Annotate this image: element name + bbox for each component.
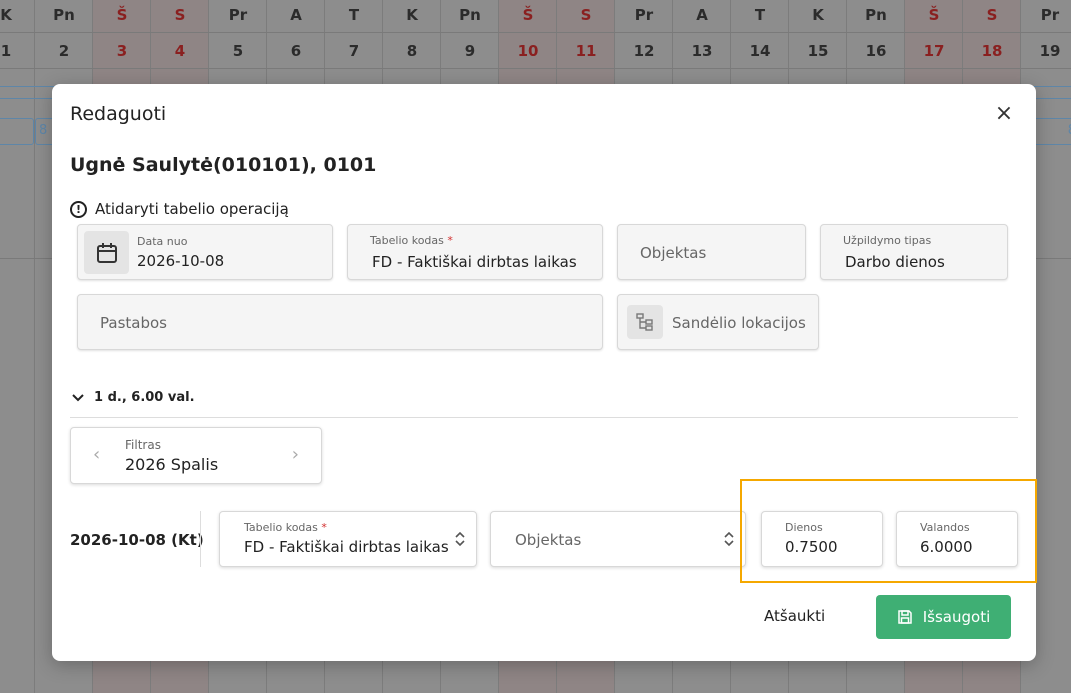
filter-label: Filtras — [125, 438, 161, 452]
cancel-button[interactable]: Atšaukti — [764, 607, 825, 625]
calendar-day-number: 19 — [1039, 42, 1061, 60]
calendar-day-number: 6 — [290, 42, 302, 60]
notes-placeholder: Pastabos — [100, 314, 167, 332]
fill-type-field[interactable]: Užpildymo tipas Darbo dienos — [820, 224, 1008, 280]
calendar-weekday: Š — [522, 6, 534, 24]
calendar-day-number: 13 — [691, 42, 713, 60]
calendar-weekday: T — [348, 6, 360, 24]
save-button[interactable]: Išsaugoti — [876, 595, 1011, 639]
calendar-weekday: A — [696, 6, 708, 24]
summary-label: 1 d., 6.00 val. — [94, 390, 195, 405]
calendar-day-number: 3 — [116, 42, 128, 60]
row-object-select[interactable]: Objektas — [490, 511, 746, 567]
date-from-field[interactable]: Data nuo 2026-10-08 — [77, 224, 333, 280]
fill-type-label: Užpildymo tipas — [843, 234, 932, 247]
month-filter: ‹ Filtras 2026 Spalis › — [70, 427, 322, 484]
chevron-left-icon[interactable]: ‹ — [93, 444, 100, 465]
warehouse-locations-field[interactable]: Sandėlio lokacijos — [617, 294, 819, 350]
info-icon: ! — [70, 200, 87, 218]
calendar-day-number: 17 — [923, 42, 945, 60]
highlight-box — [740, 479, 1037, 583]
calendar-day-number: 8 — [406, 42, 418, 60]
person-name: Ugnė Saulytė(010101), 0101 — [70, 154, 377, 176]
chevron-right-icon[interactable]: › — [292, 444, 299, 465]
calendar-day-number: 18 — [981, 42, 1003, 60]
row-object-placeholder: Objektas — [515, 531, 582, 549]
warehouse-locations-placeholder: Sandėlio lokacijos — [672, 314, 806, 332]
calendar-day-number: 1 — [0, 42, 12, 60]
timesheet-code-value: FD - Faktiškai dirbtas laikas — [372, 253, 577, 271]
calendar-weekday: Š — [116, 6, 128, 24]
edit-dialog: Redaguoti × Ugnė Saulytė(010101), 0101 !… — [52, 84, 1037, 661]
calendar-day-number: 16 — [865, 42, 887, 60]
chevron-down-icon — [72, 393, 84, 401]
calendar-weekday: Š — [928, 6, 940, 24]
fill-type-value: Darbo dienos — [845, 253, 945, 271]
summary-toggle[interactable]: 1 d., 6.00 val. — [72, 390, 195, 405]
calendar-day-number: 12 — [633, 42, 655, 60]
calendar-day-number: 9 — [464, 42, 476, 60]
save-label: Išsaugoti — [922, 608, 991, 626]
calendar-weekday: T — [754, 6, 766, 24]
calendar-entry: 8 — [1030, 118, 1071, 145]
notes-field[interactable]: Pastabos — [77, 294, 603, 350]
calendar-day-number: 14 — [749, 42, 771, 60]
calendar-weekday: S — [986, 6, 998, 24]
calendar-weekday: A — [290, 6, 302, 24]
calendar-weekday: K — [406, 6, 418, 24]
open-operation-link[interactable]: ! Atidaryti tabelio operaciją — [70, 200, 289, 218]
calendar-day-number: 10 — [517, 42, 539, 60]
calendar-weekday: Pr — [228, 6, 248, 24]
calendar-day-column: K1 — [0, 0, 35, 693]
object-field[interactable]: Objektas — [617, 224, 806, 280]
calendar-weekday: Pr — [634, 6, 654, 24]
calendar-weekday: K — [0, 6, 12, 24]
calendar-weekday: Pn — [865, 6, 887, 24]
calendar-weekday: Pn — [53, 6, 75, 24]
updown-icon — [455, 531, 465, 547]
calendar-grid-line — [0, 32, 1071, 33]
tree-icon — [627, 305, 663, 339]
calendar-day-number: 7 — [348, 42, 360, 60]
calendar-day-number: 11 — [575, 42, 597, 60]
timesheet-code-field[interactable]: Tabelio kodas * FD - Faktiškai dirbtas l… — [347, 224, 603, 280]
row-timesheet-code-value: FD - Faktiškai dirbtas laikas — [244, 538, 449, 556]
open-operation-label: Atidaryti tabelio operaciją — [95, 200, 289, 218]
calendar-day-number: 15 — [807, 42, 829, 60]
updown-icon — [724, 531, 734, 547]
save-icon — [898, 610, 912, 624]
calendar-grid-line — [0, 68, 1071, 69]
filter-value: 2026 Spalis — [125, 455, 219, 474]
calendar-entry — [0, 118, 34, 145]
calendar-day-number: 2 — [58, 42, 70, 60]
dialog-title: Redaguoti — [70, 103, 167, 125]
calendar-weekday: S — [174, 6, 186, 24]
calendar-weekday: K — [812, 6, 824, 24]
calendar-weekday: Pn — [459, 6, 481, 24]
calendar-icon[interactable] — [84, 231, 129, 274]
calendar-day-number: 4 — [174, 42, 186, 60]
date-from-value: 2026-10-08 — [137, 252, 225, 270]
calendar-weekday: S — [580, 6, 592, 24]
calendar-day-number: 5 — [232, 42, 244, 60]
close-icon[interactable]: × — [994, 103, 1014, 125]
calendar-weekday: Pr — [1040, 6, 1060, 24]
divider — [70, 417, 1018, 418]
row-timesheet-code-select[interactable]: Tabelio kodas * FD - Faktiškai dirbtas l… — [219, 511, 477, 567]
date-from-label: Data nuo — [137, 235, 188, 248]
object-placeholder: Objektas — [640, 244, 707, 262]
row-date: 2026-10-08 (Kt) — [70, 531, 204, 549]
row-timesheet-code-label: Tabelio kodas * — [244, 521, 327, 534]
timesheet-code-label: Tabelio kodas * — [370, 234, 453, 247]
row-separator — [200, 511, 201, 567]
